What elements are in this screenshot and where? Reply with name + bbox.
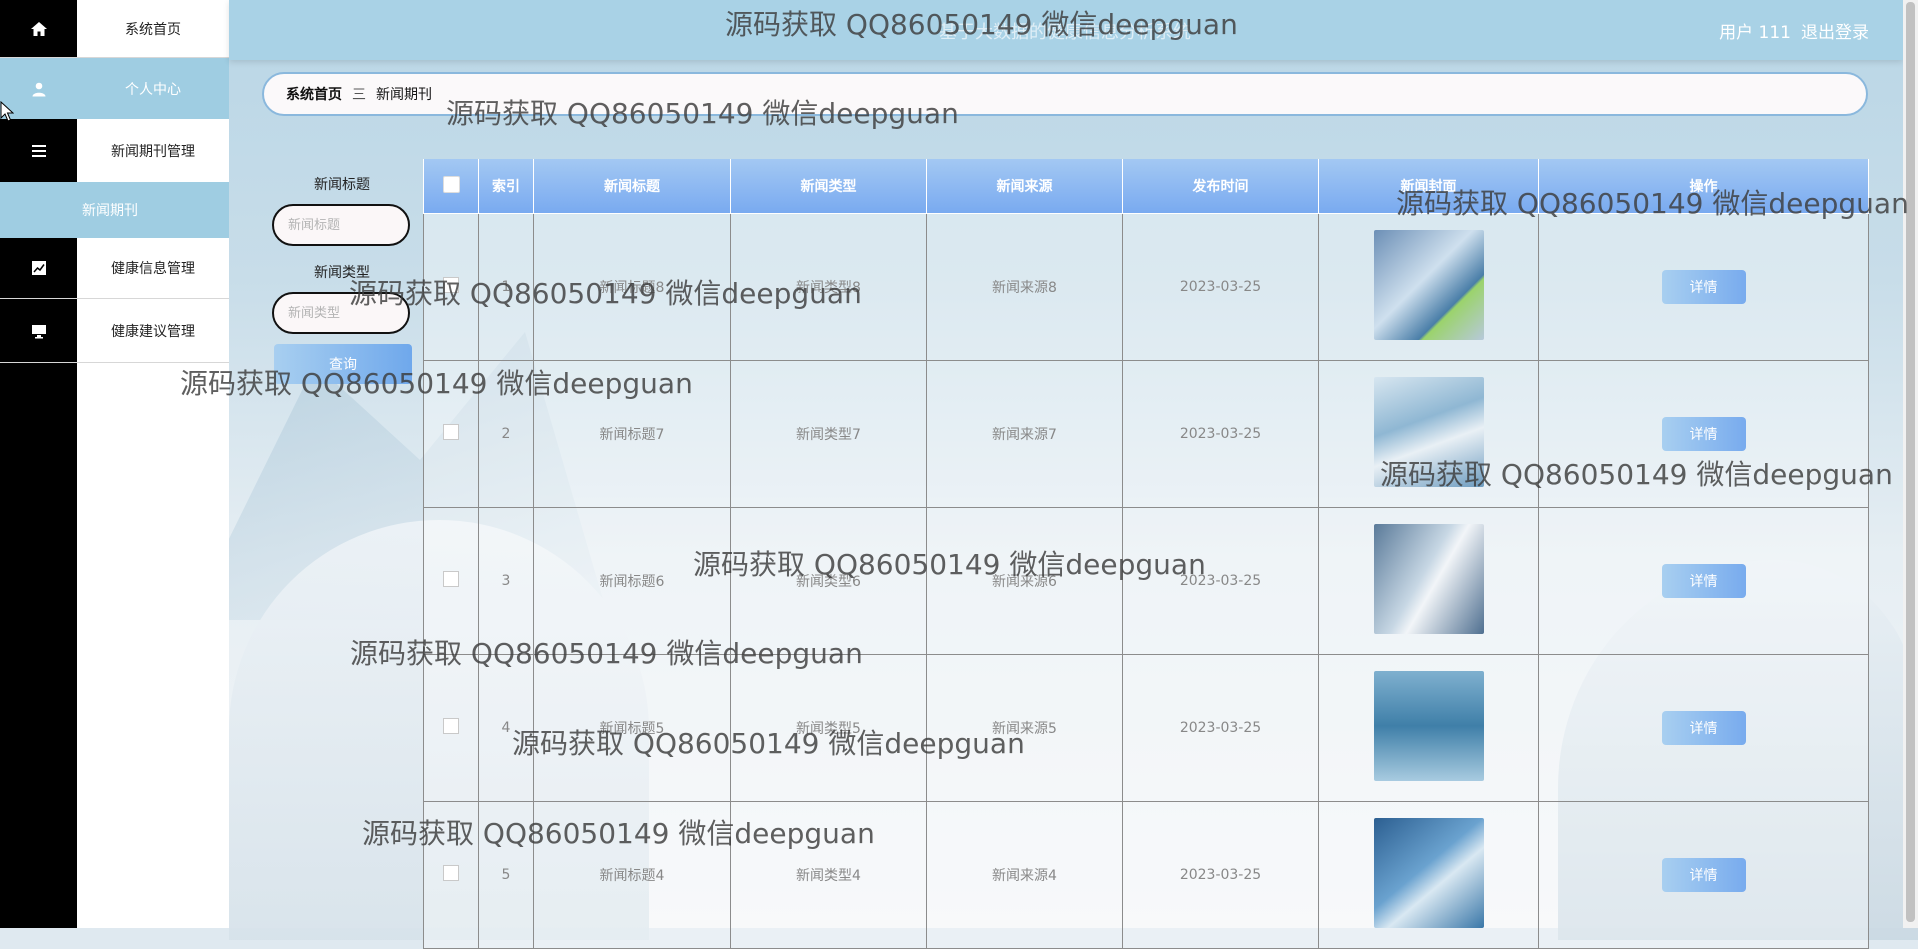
index-cell: 4 <box>478 654 534 802</box>
sidebar-item-label: 系统首页 <box>125 21 181 38</box>
date-cell: 2023-03-25 <box>1122 213 1319 361</box>
date-cell: 2023-03-25 <box>1122 654 1319 802</box>
table-row: 1 新闻标题8 新闻类型8 新闻来源8 2023-03-25 详情 <box>423 213 1869 361</box>
sidebar-item-label: 健康信息管理 <box>111 261 195 277</box>
select-all-checkbox[interactable] <box>442 175 460 193</box>
sidebar-item-home[interactable]: 系统首页 <box>0 0 229 57</box>
breadcrumb: 系统首页 三 新闻期刊 <box>262 72 1868 116</box>
type-cell: 新闻类型5 <box>730 654 927 802</box>
date-cell: 2023-03-25 <box>1122 360 1319 508</box>
divider <box>0 362 229 363</box>
type-cell: 新闻类型6 <box>730 507 927 655</box>
table-row: 2 新闻标题7 新闻类型7 新闻来源7 2023-03-25 详情 <box>423 360 1869 508</box>
breadcrumb-separator: 三 <box>352 87 366 103</box>
row-checkbox[interactable] <box>443 424 459 440</box>
row-checkbox[interactable] <box>443 718 459 734</box>
news-table: 索引 新闻标题 新闻类型 新闻来源 发布时间 新闻封面 操作 1 新闻标题8 新… <box>423 159 1869 949</box>
detail-button[interactable]: 详情 <box>1661 711 1746 745</box>
column-header: 新闻来源 <box>926 159 1123 214</box>
row-checkbox[interactable] <box>443 865 459 881</box>
index-cell: 3 <box>478 507 534 655</box>
detail-button[interactable]: 详情 <box>1661 564 1746 598</box>
column-header: 索引 <box>478 159 534 214</box>
source-cell: 新闻来源8 <box>926 213 1123 361</box>
query-button[interactable]: 查询 <box>274 344 412 384</box>
title-cell: 新闻标题4 <box>533 801 731 949</box>
index-cell: 5 <box>478 801 534 949</box>
mouse-cursor-icon <box>0 101 14 122</box>
type-cell: 新闻类型4 <box>730 801 927 949</box>
sidebar-item-label: 个人中心 <box>125 81 181 98</box>
title-filter-label: 新闻标题 <box>314 177 370 193</box>
type-cell: 新闻类型8 <box>730 213 927 361</box>
table-row: 5 新闻标题4 新闻类型4 新闻来源4 2023-03-25 详情 <box>423 801 1869 949</box>
breadcrumb-home[interactable]: 系统首页 <box>286 84 342 104</box>
home-icon <box>0 0 77 57</box>
news-cover-image <box>1373 671 1484 781</box>
news-cover-image <box>1373 818 1484 928</box>
chart-icon <box>0 238 77 298</box>
column-header: 新闻封面 <box>1318 159 1539 214</box>
table-row: 3 新闻标题6 新闻类型6 新闻来源6 2023-03-25 详情 <box>423 507 1869 655</box>
title-cell: 新闻标题8 <box>533 213 731 361</box>
user-area: 用户 111 退出登录 <box>1709 18 1869 43</box>
list-icon <box>0 120 77 181</box>
column-header: 操作 <box>1538 159 1869 214</box>
column-header: 新闻类型 <box>730 159 927 214</box>
detail-button[interactable]: 详情 <box>1661 858 1746 892</box>
title-cell: 新闻标题6 <box>533 507 731 655</box>
row-checkbox[interactable] <box>443 277 459 293</box>
type-cell: 新闻类型7 <box>730 360 927 508</box>
title-cell: 新闻标题5 <box>533 654 731 802</box>
app-title: 基于大数据的健康信息分析系统 <box>939 22 1191 43</box>
date-cell: 2023-03-25 <box>1122 801 1319 949</box>
index-cell: 1 <box>478 213 534 361</box>
type-filter-input[interactable] <box>272 292 410 334</box>
breadcrumb-current: 新闻期刊 <box>376 87 432 103</box>
username[interactable]: 用户 111 <box>1719 23 1791 43</box>
title-cell: 新闻标题7 <box>533 360 731 508</box>
news-cover-image <box>1373 377 1484 487</box>
scrollbar-thumb[interactable] <box>1906 2 1915 922</box>
sidebar-item-news-management[interactable]: 新闻期刊管理 <box>0 120 229 181</box>
source-cell: 新闻来源4 <box>926 801 1123 949</box>
logout-link[interactable]: 退出登录 <box>1801 23 1869 43</box>
detail-button[interactable]: 详情 <box>1661 417 1746 451</box>
table-header-row: 索引 新闻标题 新闻类型 新闻来源 发布时间 新闻封面 操作 <box>423 159 1869 214</box>
column-header: 新闻标题 <box>533 159 731 214</box>
sidebar-item-health-advice[interactable]: 健康建议管理 <box>0 299 229 362</box>
sidebar-item-label: 新闻期刊管理 <box>111 143 195 160</box>
date-cell: 2023-03-25 <box>1122 507 1319 655</box>
row-checkbox[interactable] <box>443 571 459 587</box>
sidebar-item-personal-center[interactable]: 个人中心 <box>0 58 229 119</box>
detail-button[interactable]: 详情 <box>1661 270 1746 304</box>
source-cell: 新闻来源7 <box>926 360 1123 508</box>
title-filter-input[interactable] <box>272 204 410 246</box>
news-cover-image <box>1373 230 1484 340</box>
sidebar-subitem-label: 新闻期刊 <box>82 203 138 219</box>
sidebar-subitem-news[interactable]: 新闻期刊 <box>0 182 229 238</box>
monitor-icon <box>0 299 77 362</box>
type-filter-label: 新闻类型 <box>314 265 370 281</box>
select-all-cell[interactable] <box>423 159 479 214</box>
sidebar-item-health-info[interactable]: 健康信息管理 <box>0 238 229 298</box>
source-cell: 新闻来源6 <box>926 507 1123 655</box>
page-scrollbar[interactable] <box>1903 0 1918 928</box>
top-header: 基于大数据的健康信息分析系统 用户 111 退出登录 <box>229 0 1903 60</box>
index-cell: 2 <box>478 360 534 508</box>
source-cell: 新闻来源5 <box>926 654 1123 802</box>
column-header: 发布时间 <box>1122 159 1319 214</box>
news-cover-image <box>1373 524 1484 634</box>
table-row: 4 新闻标题5 新闻类型5 新闻来源5 2023-03-25 详情 <box>423 654 1869 802</box>
sidebar-item-label: 健康建议管理 <box>111 323 195 340</box>
